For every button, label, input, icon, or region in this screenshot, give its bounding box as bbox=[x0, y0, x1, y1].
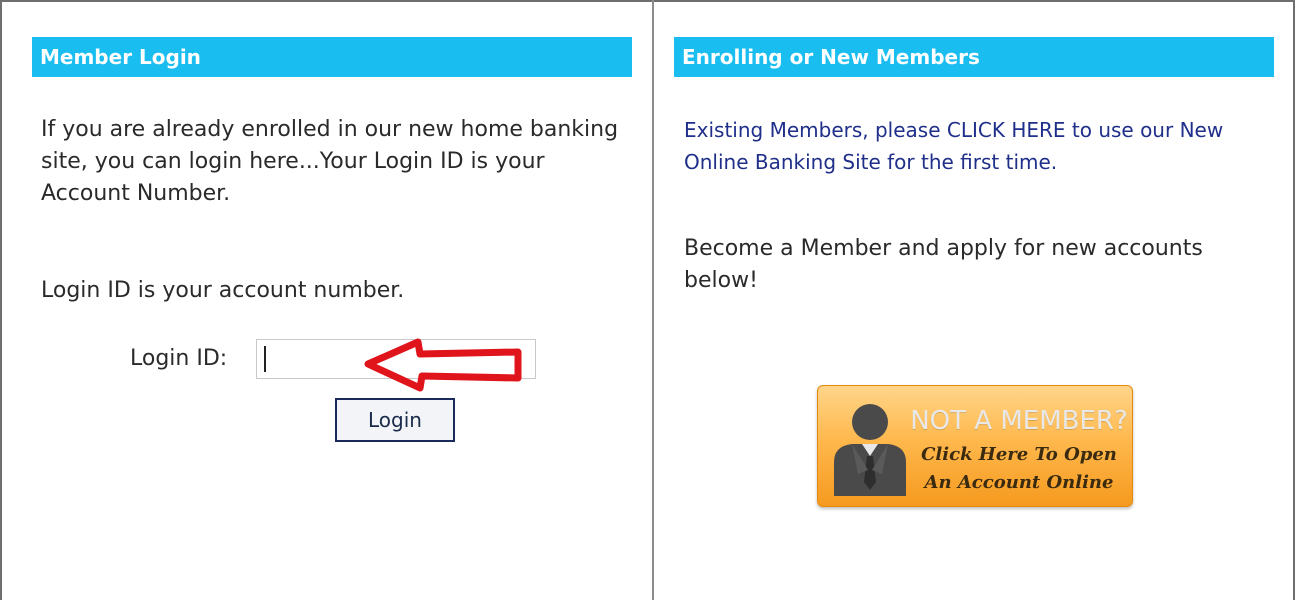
cta-title: NOT A MEMBER? bbox=[910, 406, 1128, 436]
cta-line-1: Click Here To Open bbox=[921, 444, 1117, 465]
red-arrow-left-icon bbox=[364, 338, 522, 392]
enrolling-header: Enrolling or New Members bbox=[674, 37, 1274, 77]
panel-divider bbox=[652, 0, 654, 600]
existing-members-link[interactable]: Existing Members, please CLICK HERE to u… bbox=[684, 114, 1264, 178]
login-button[interactable]: Login bbox=[335, 398, 455, 442]
login-id-note: Login ID is your account number. bbox=[41, 278, 405, 303]
text-caret bbox=[264, 346, 266, 372]
become-member-text: Become a Member and apply for new accoun… bbox=[684, 236, 1203, 293]
cta-line-2: An Account Online bbox=[924, 472, 1114, 493]
login-id-label: Login ID: bbox=[130, 346, 228, 371]
member-login-header: Member Login bbox=[32, 37, 632, 77]
login-intro-text: If you are already enrolled in our new h… bbox=[41, 117, 619, 206]
not-a-member-button[interactable]: NOT A MEMBER? Click Here To Open An Acco… bbox=[817, 385, 1133, 507]
person-silhouette-icon bbox=[834, 404, 906, 496]
